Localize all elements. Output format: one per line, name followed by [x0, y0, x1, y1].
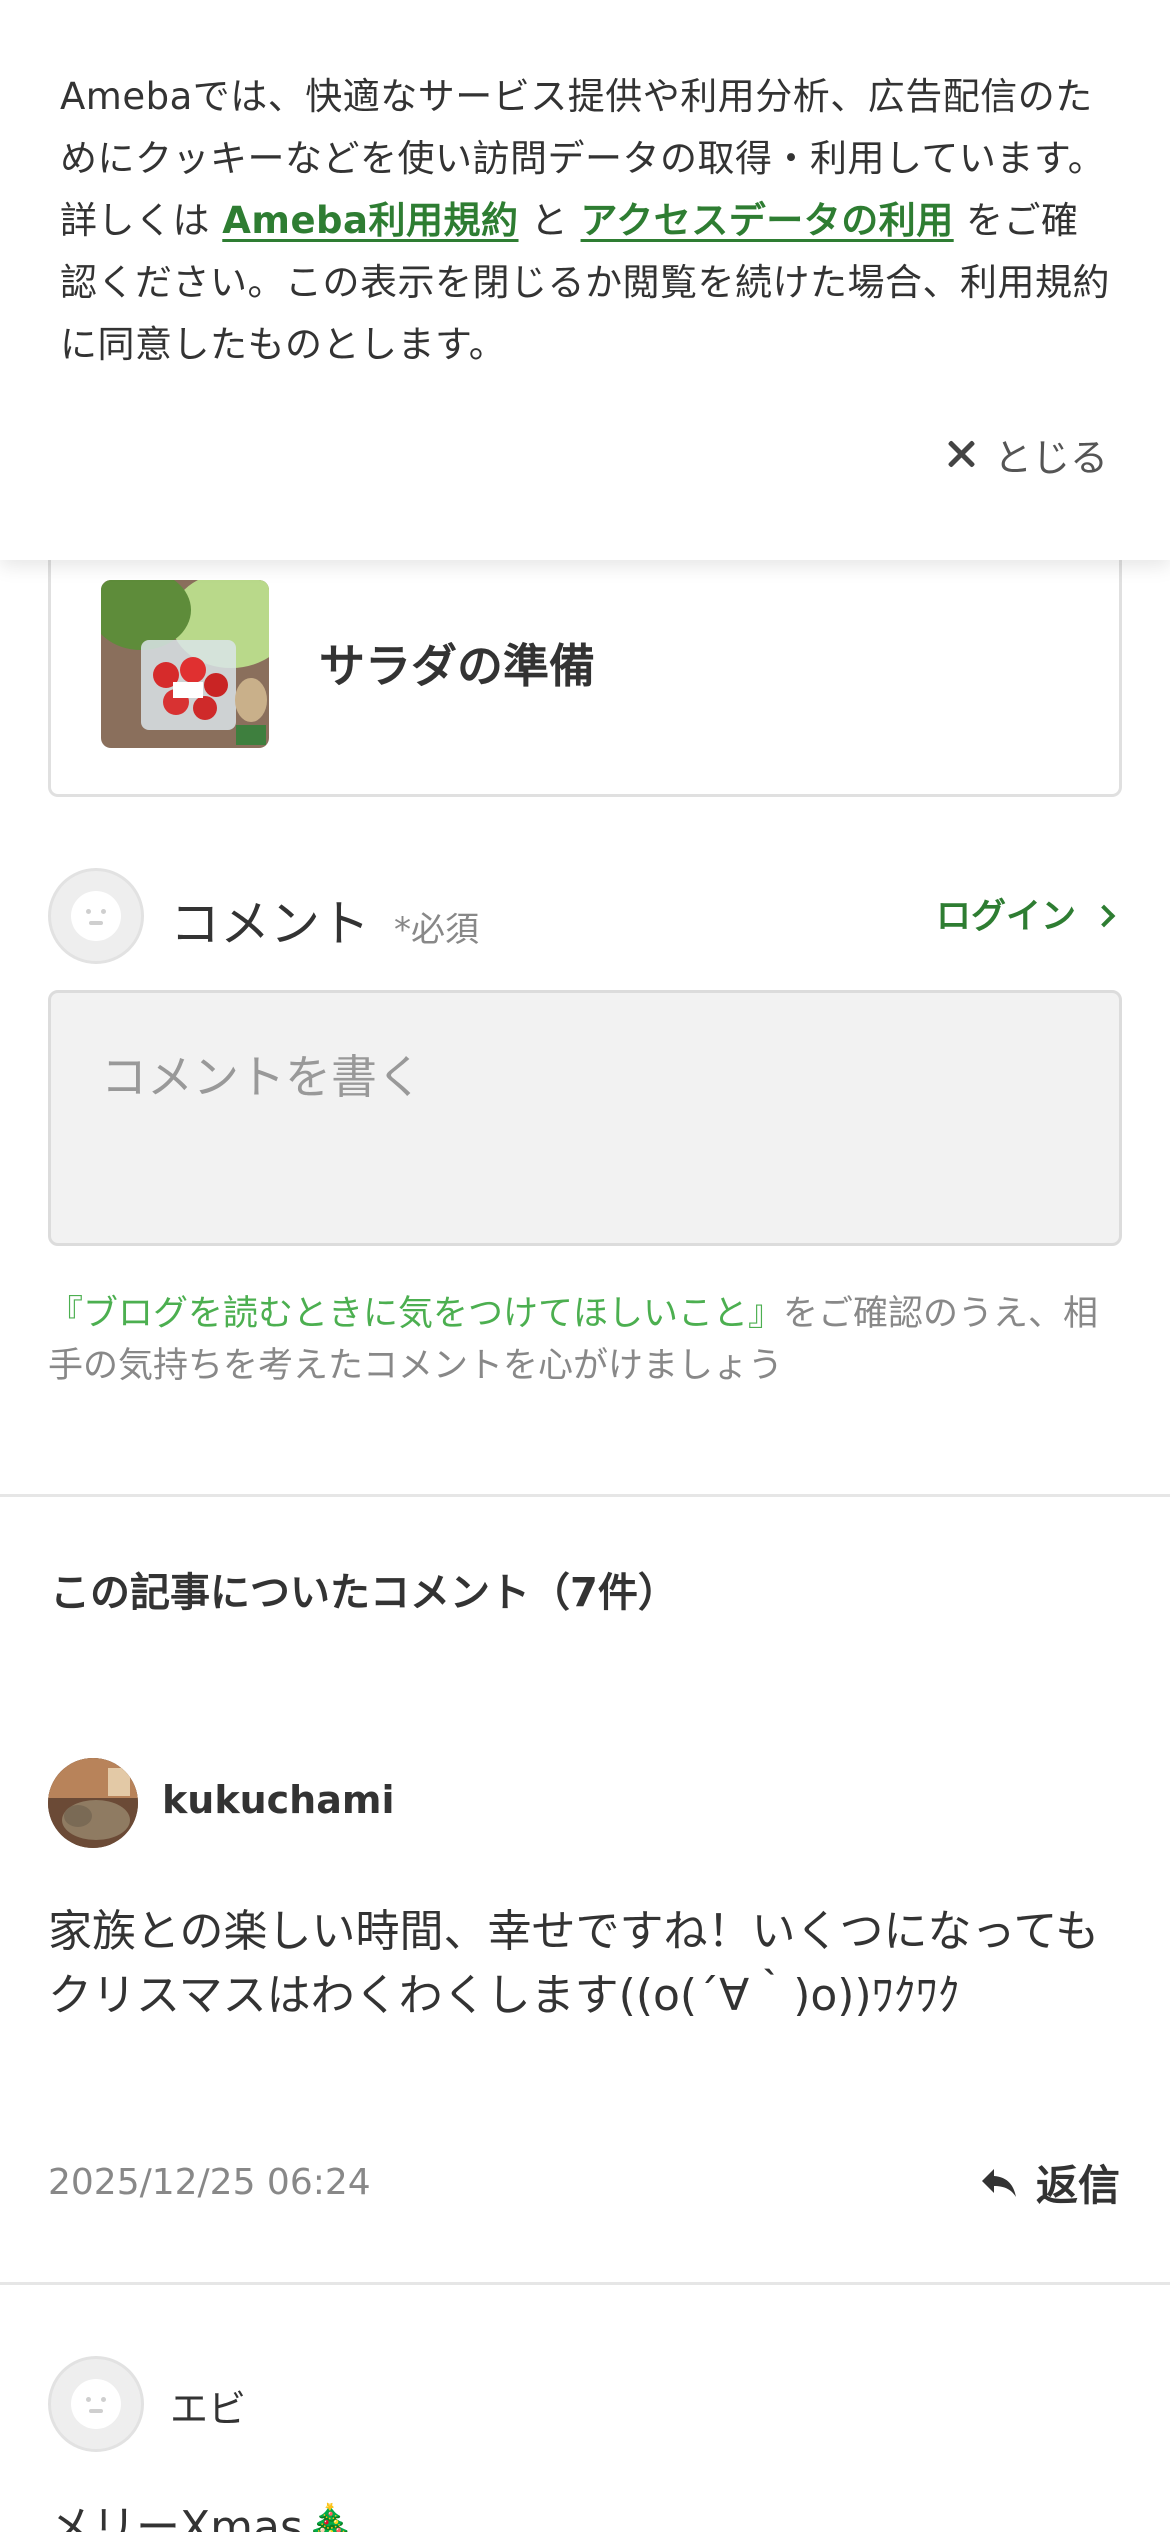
user-avatar[interactable]: [48, 1758, 138, 1848]
login-link[interactable]: ログイン: [936, 888, 1116, 939]
close-icon: [946, 439, 976, 469]
close-banner-button[interactable]: とじる: [946, 424, 1108, 484]
comment-username[interactable]: エビ: [170, 2378, 246, 2433]
cookie-consent-banner: Amebaでは、快適なサービス提供や利用分析、広告配信のためにクッキーなどを使い…: [0, 0, 1170, 560]
comment-input[interactable]: [48, 990, 1122, 1246]
guest-avatar: [48, 868, 144, 964]
article-title[interactable]: サラダの準備: [319, 630, 595, 696]
related-article-card[interactable]: サラダの準備: [48, 520, 1122, 797]
salad-thumbnail: [101, 580, 269, 748]
access-data-link[interactable]: アクセスデータの利用: [581, 199, 954, 242]
comments-section-title: この記事についたコメント（7件）: [50, 1570, 678, 1616]
section-divider: [0, 1494, 1170, 1497]
comment-text: 家族との楽しい時間、幸せですね！いくつになってもクリスマスはわくわくします((o…: [48, 1906, 1100, 2021]
comment-username[interactable]: kukuchami: [162, 1778, 395, 1822]
required-marker: *必須: [394, 910, 479, 950]
comment-timestamp: 2025/12/25 06:24: [48, 2162, 371, 2203]
comment-form-heading: コメント *必須: [170, 895, 479, 953]
comment-text: メリーXmas🎄: [48, 2502, 358, 2532]
terms-link[interactable]: Ameba利用規約: [222, 199, 518, 242]
comment-guideline: 『ブログを読むときに気をつけてほしいこと』をご確認のうえ、相手の気持ちを考えたコ…: [48, 1294, 1099, 1386]
blog-guideline-link[interactable]: 『ブログを読むときに気をつけてほしいこと』: [48, 1294, 783, 1334]
reply-arrow-icon: [981, 2168, 1016, 2197]
cookie-consent-text: Amebaでは、快適なサービス提供や利用分析、広告配信のためにクッキーなどを使い…: [60, 75, 1110, 366]
reply-button[interactable]: 返信: [980, 2152, 1120, 2213]
comment-divider: [0, 2282, 1170, 2285]
guest-avatar[interactable]: [48, 2356, 144, 2452]
chevron-right-icon: [1092, 904, 1116, 927]
